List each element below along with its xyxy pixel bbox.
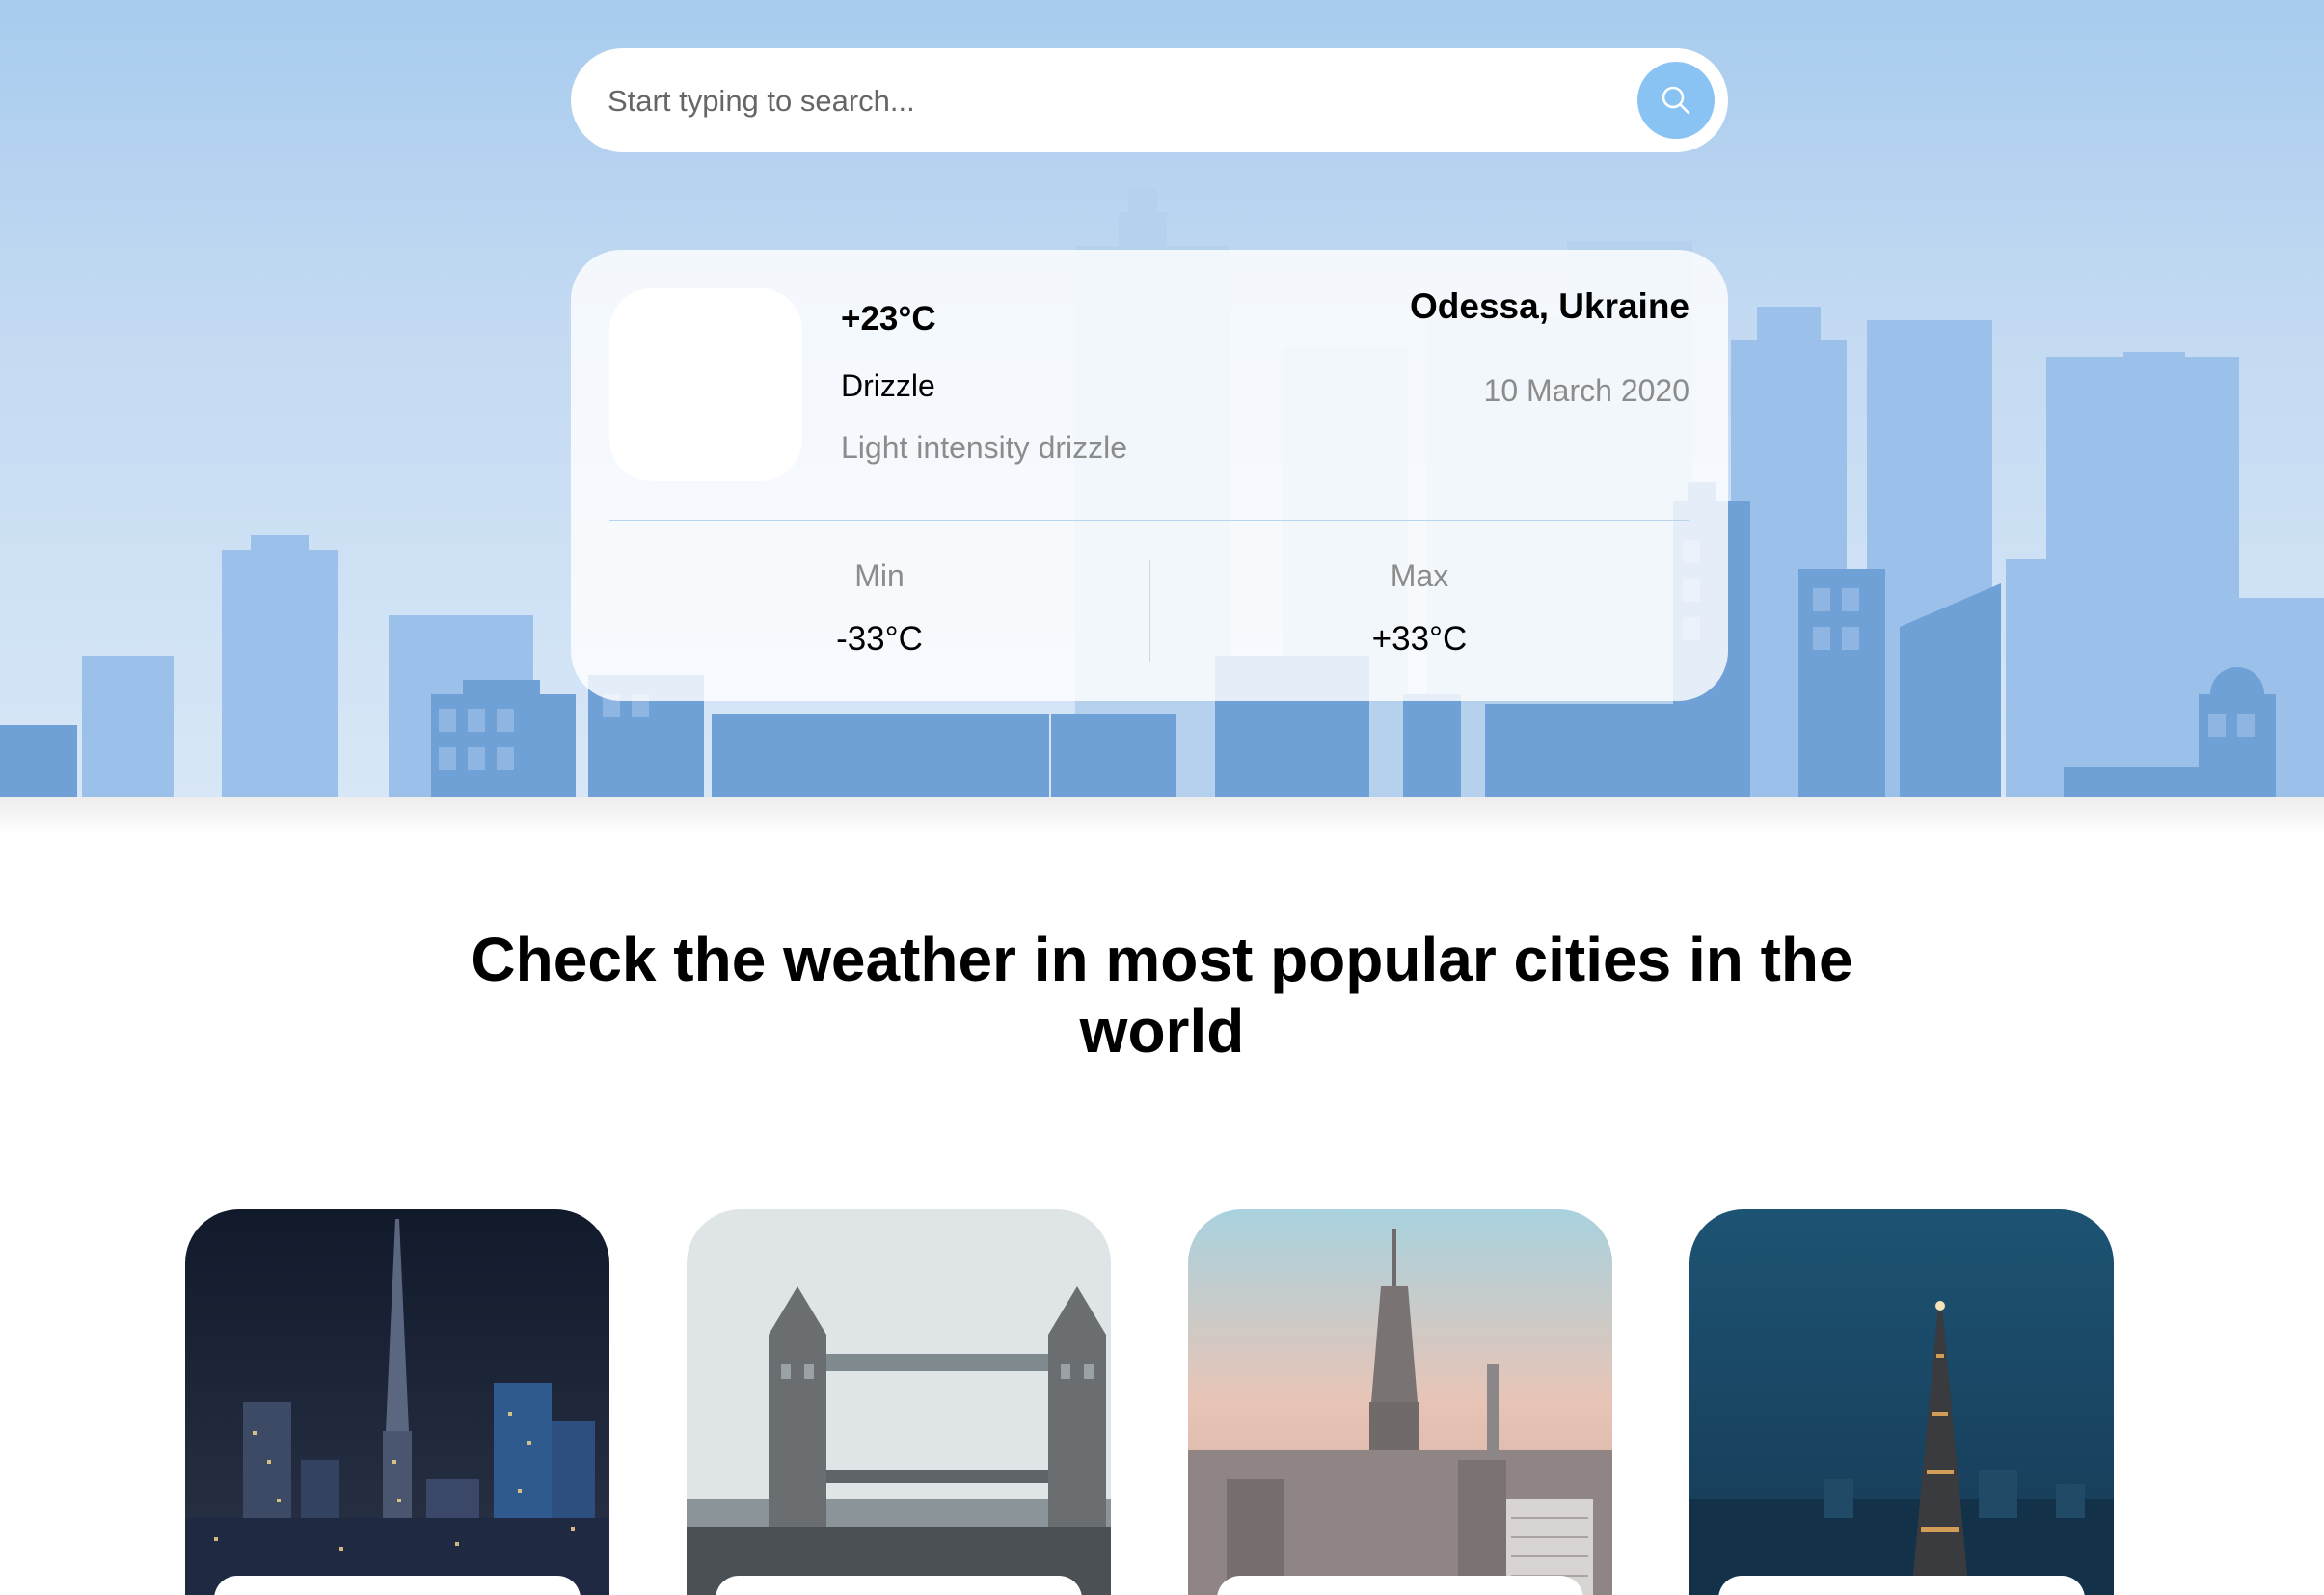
current-weather-card: +23°C Drizzle Light intensity drizzle Od… [571,250,1728,701]
max-temp-value: +33°C [1371,620,1468,658]
weather-icon [609,288,802,481]
location-name: Odessa, Ukraine [1410,286,1689,326]
hero-section: +23°C Drizzle Light intensity drizzle Od… [0,0,2324,798]
city-card-label-tab [1217,1576,1583,1595]
city-photo [185,1209,609,1595]
city-card-2[interactable] [687,1209,1111,1595]
weather-condition: Drizzle [841,368,935,403]
city-card-1[interactable] [185,1209,609,1595]
weather-description: Light intensity drizzle [841,430,1128,465]
search-bar [571,48,1728,152]
min-max-divider [1149,560,1150,662]
hero-shadow [0,798,2324,836]
city-card-label-tab [716,1576,1082,1595]
weather-date: 10 March 2020 [1483,373,1689,408]
max-temp-label: Max [1390,558,1449,593]
city-card-label-tab [1718,1576,2085,1595]
current-temperature: +23°C [841,300,936,338]
city-card-4[interactable] [1689,1209,2114,1595]
search-button[interactable] [1637,62,1715,139]
min-temp-value: -33°C [836,620,923,658]
popular-cities-heading: Check the weather in most popular cities… [471,925,1853,1066]
city-card-label-tab [214,1576,581,1595]
city-card-3[interactable] [1188,1209,1612,1595]
search-icon [1662,86,1690,115]
min-temp-label: Min [854,558,905,593]
city-photo [1188,1209,1612,1595]
city-photo [1689,1209,2114,1595]
card-divider [609,520,1689,521]
city-photo [687,1209,1111,1595]
search-input[interactable] [606,71,1593,131]
